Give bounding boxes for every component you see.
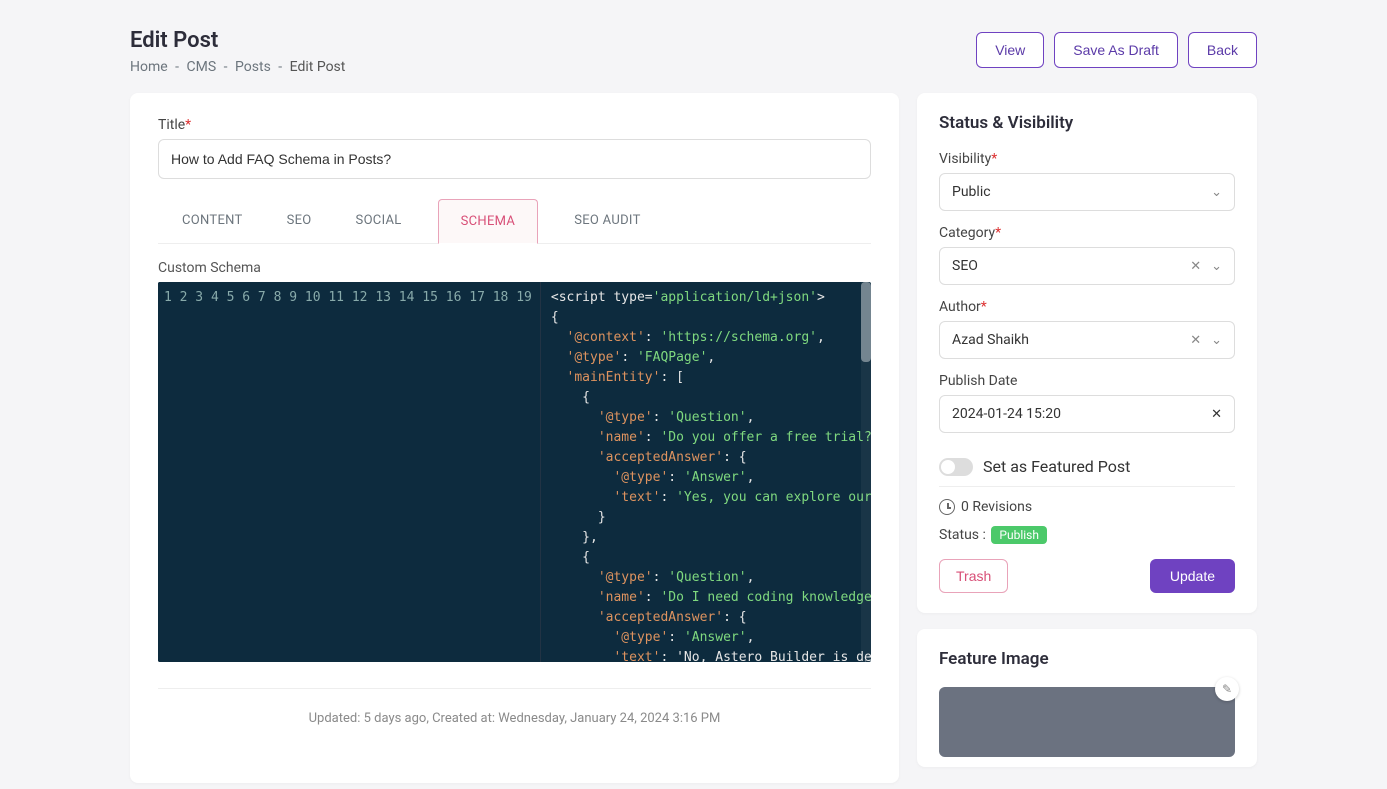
breadcrumb-posts[interactable]: Posts [235,59,271,75]
featured-label: Set as Featured Post [983,457,1130,476]
chevron-down-icon: ⌄ [1211,333,1222,348]
pencil-icon: ✎ [1222,682,1232,696]
footer-meta: Updated: 5 days ago, Created at: Wednesd… [158,688,871,734]
clear-icon[interactable]: ✕ [1211,407,1222,422]
tab-seo[interactable]: SEO [279,199,320,243]
view-button[interactable]: View [976,32,1044,68]
feature-image[interactable]: ✎ [939,687,1235,757]
tab-schema[interactable]: SCHEMA [438,199,539,244]
back-button[interactable]: Back [1188,32,1257,68]
update-button[interactable]: Update [1150,559,1235,593]
page-title: Edit Post [130,28,345,53]
edit-image-button[interactable]: ✎ [1215,677,1239,701]
code-editor[interactable]: 1 2 3 4 5 6 7 8 9 10 11 12 13 14 15 16 1… [158,282,871,662]
status-badge: Publish [991,526,1047,544]
clear-icon[interactable]: ✕ [1190,333,1201,348]
status-label: Status : [939,527,986,543]
breadcrumb-home[interactable]: Home [130,59,168,75]
breadcrumb-cms[interactable]: CMS [187,59,217,75]
title-label: Title* [158,117,871,133]
code-content[interactable]: <script type='application/ld+json'> { '@… [541,282,871,662]
history-icon [939,499,955,515]
tab-content[interactable]: CONTENT [174,199,251,243]
author-select[interactable]: Azad Shaikh ✕⌄ [939,321,1235,359]
publish-date-input[interactable]: 2024-01-24 15:20 ✕ [939,395,1235,433]
tab-social[interactable]: SOCIAL [348,199,410,243]
breadcrumb-current: Edit Post [290,59,346,75]
breadcrumb: Home - CMS - Posts - Edit Post [130,59,345,75]
featured-toggle[interactable] [939,458,973,476]
line-gutter: 1 2 3 4 5 6 7 8 9 10 11 12 13 14 15 16 1… [158,282,541,662]
tabs: CONTENT SEO SOCIAL SCHEMA SEO AUDIT [158,199,871,244]
category-select[interactable]: SEO ✕⌄ [939,247,1235,285]
tab-seo-audit[interactable]: SEO AUDIT [566,199,648,243]
custom-schema-label: Custom Schema [158,260,871,276]
category-label: Category* [939,225,1235,241]
clear-icon[interactable]: ✕ [1190,259,1201,274]
feature-image-title: Feature Image [939,649,1235,669]
trash-button[interactable]: Trash [939,559,1008,593]
chevron-down-icon: ⌄ [1211,259,1222,274]
author-label: Author* [939,299,1235,315]
visibility-label: Visibility* [939,151,1235,167]
save-draft-button[interactable]: Save As Draft [1054,32,1178,68]
scrollbar[interactable] [861,282,871,662]
revisions-link[interactable]: 0 Revisions [939,487,1235,527]
chevron-down-icon: ⌄ [1211,185,1222,200]
status-visibility-title: Status & Visibility [939,113,1235,133]
visibility-select[interactable]: Public ⌄ [939,173,1235,211]
resize-handle[interactable]: ⋰ [860,651,870,661]
publish-date-label: Publish Date [939,373,1235,389]
title-input[interactable] [158,139,871,179]
